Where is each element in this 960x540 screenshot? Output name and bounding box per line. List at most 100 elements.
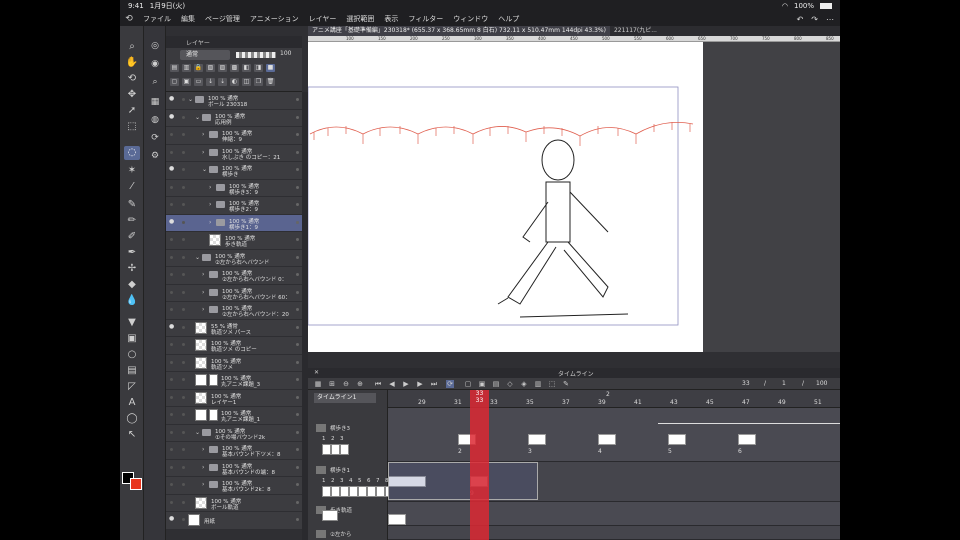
layer-row[interactable]: ⌄ 100 % 通常 ②左から右へバウンド bbox=[166, 249, 302, 267]
camera-icon[interactable]: ⬚ bbox=[548, 380, 556, 388]
menu-animation[interactable]: アニメーション bbox=[245, 14, 304, 24]
lock-dot-icon[interactable] bbox=[182, 98, 185, 101]
brush-icon[interactable]: ✐ bbox=[124, 230, 140, 244]
clip-icon[interactable]: ▤ bbox=[170, 64, 179, 72]
lock-dot-icon[interactable] bbox=[182, 360, 185, 364]
lock-dot-icon[interactable] bbox=[182, 465, 185, 469]
eye-off-icon[interactable] bbox=[170, 238, 173, 241]
history-icon[interactable]: ⟳ bbox=[148, 132, 162, 144]
new-raster-icon[interactable]: ▢ bbox=[170, 78, 179, 86]
ruler-icon[interactable]: ◸ bbox=[124, 380, 140, 394]
expand-icon[interactable]: ⌄ bbox=[195, 429, 200, 436]
frame-icon[interactable]: ▤ bbox=[124, 364, 140, 378]
layer-row[interactable]: › 100 % 通常 ②左から右へバウンド 0： bbox=[166, 267, 302, 285]
menu-window[interactable]: ウィンドウ bbox=[448, 14, 493, 24]
lock-dot-icon[interactable] bbox=[182, 150, 185, 154]
layer-row[interactable]: › 100 % 通常 水しぶき のコピー：21 bbox=[166, 144, 302, 162]
expand-icon[interactable]: › bbox=[202, 271, 204, 278]
lock-dot-icon[interactable] bbox=[182, 290, 185, 294]
shape-icon[interactable]: ○ bbox=[124, 348, 140, 362]
color-swatch[interactable] bbox=[122, 472, 142, 496]
layer-row[interactable]: ● 用紙 bbox=[166, 512, 302, 530]
fill-icon[interactable]: ▼ bbox=[124, 316, 140, 330]
cel-spec-icon[interactable]: ▣ bbox=[478, 380, 486, 388]
lock-dot-icon[interactable] bbox=[182, 238, 185, 241]
layer-options-dot[interactable] bbox=[296, 518, 299, 521]
menu-help[interactable]: ヘルプ bbox=[493, 14, 524, 24]
expand-icon[interactable]: › bbox=[202, 306, 204, 313]
layer-options-dot[interactable] bbox=[296, 133, 299, 136]
eye-off-icon[interactable] bbox=[170, 203, 173, 206]
object-icon[interactable]: ➚ bbox=[124, 104, 140, 118]
new-cel-icon[interactable]: ▢ bbox=[464, 380, 472, 388]
lock-dot-icon[interactable] bbox=[182, 273, 185, 276]
close-icon[interactable]: ✕ bbox=[314, 369, 319, 376]
timeline-track[interactable] bbox=[388, 502, 840, 526]
expand-icon[interactable]: › bbox=[202, 446, 204, 453]
magic-wand-icon[interactable]: ✶ bbox=[124, 164, 140, 178]
expand-icon[interactable]: › bbox=[209, 201, 211, 208]
eye-off-icon[interactable] bbox=[170, 448, 173, 451]
layer-options-dot[interactable] bbox=[296, 448, 299, 451]
layer-options-dot[interactable] bbox=[296, 325, 299, 329]
cel-thumb[interactable] bbox=[340, 486, 349, 497]
eye-icon[interactable]: ● bbox=[169, 166, 175, 172]
eye-off-icon[interactable] bbox=[170, 483, 173, 486]
layer-move-icon[interactable]: ◎ bbox=[148, 40, 162, 52]
lock-dot-icon[interactable] bbox=[182, 325, 185, 329]
layer-options-dot[interactable] bbox=[296, 343, 299, 346]
tab-document-2[interactable]: 221117(九ピ... bbox=[610, 26, 661, 36]
layer-options-dot[interactable] bbox=[296, 115, 299, 119]
layer-row[interactable]: 100 % 通常 丸アニメ課題_3 bbox=[166, 372, 302, 390]
expand-icon[interactable]: ⌄ bbox=[195, 114, 200, 121]
eye-off-icon[interactable] bbox=[170, 413, 173, 416]
gradient-icon[interactable]: ▣ bbox=[124, 332, 140, 346]
lock-dot-icon[interactable] bbox=[182, 168, 185, 171]
move-icon[interactable]: ✥ bbox=[124, 88, 140, 102]
more-icon[interactable]: ⋯ bbox=[826, 15, 834, 24]
hand-icon[interactable]: ✋ bbox=[124, 56, 140, 70]
expand-icon[interactable]: ⌄ bbox=[195, 254, 200, 261]
eye-off-icon[interactable] bbox=[170, 395, 173, 399]
cel-block[interactable] bbox=[388, 514, 406, 525]
play-icon[interactable]: ▶ bbox=[402, 380, 410, 388]
expand-icon[interactable]: ⌄ bbox=[202, 166, 207, 173]
next-frame-icon[interactable]: ▶ bbox=[416, 380, 424, 388]
merge-icon[interactable]: ⇣ bbox=[218, 78, 227, 86]
eye-off-icon[interactable] bbox=[170, 430, 173, 434]
layer-row[interactable]: ● › 100 % 通常 横歩き1：9 bbox=[166, 214, 302, 232]
text-icon[interactable]: A bbox=[124, 396, 140, 410]
lock-dot-icon[interactable] bbox=[182, 518, 185, 521]
playhead[interactable] bbox=[470, 390, 489, 540]
eye-off-icon[interactable] bbox=[170, 308, 173, 311]
track-name[interactable]: 横歩き1 bbox=[330, 466, 350, 474]
eye-off-icon[interactable] bbox=[170, 185, 173, 189]
track-name[interactable]: 横歩き3 bbox=[330, 424, 350, 432]
expand-icon[interactable]: › bbox=[209, 219, 211, 226]
mask-add-icon[interactable]: ◐ bbox=[230, 78, 239, 86]
eye-icon[interactable]: ● bbox=[169, 516, 175, 522]
layer-row[interactable]: 100 % 通常 丸アニメ課題_1 bbox=[166, 407, 302, 425]
cel-block[interactable] bbox=[668, 434, 686, 445]
layer-row[interactable]: 100 % 通常 歩き軌道 bbox=[166, 232, 302, 250]
cel-thumb[interactable] bbox=[331, 444, 340, 455]
blend-icon[interactable]: 💧 bbox=[124, 294, 140, 308]
expand-icon[interactable]: › bbox=[209, 184, 211, 191]
layer-options-dot[interactable] bbox=[296, 168, 299, 171]
cel-block[interactable] bbox=[738, 434, 756, 445]
layer-options-dot[interactable] bbox=[296, 430, 299, 434]
layer-options-dot[interactable] bbox=[296, 150, 299, 154]
eyedropper-icon[interactable]: ⁄ bbox=[124, 180, 140, 194]
menu-view[interactable]: 表示 bbox=[379, 14, 403, 24]
select-icon[interactable]: ⬚ bbox=[124, 120, 140, 134]
cel-selection[interactable] bbox=[388, 462, 538, 500]
menu-page[interactable]: ページ管理 bbox=[200, 14, 245, 24]
ruler-add-icon[interactable]: ◫ bbox=[242, 78, 251, 86]
track-folder-icon[interactable] bbox=[316, 424, 326, 432]
track-folder-icon[interactable] bbox=[316, 466, 326, 474]
eye-off-icon[interactable] bbox=[170, 133, 173, 136]
timeline-track[interactable] bbox=[388, 526, 840, 540]
new-folder-icon[interactable]: ▭ bbox=[194, 78, 203, 86]
eye-off-icon[interactable] bbox=[170, 500, 173, 504]
expand-icon[interactable]: › bbox=[202, 464, 204, 471]
